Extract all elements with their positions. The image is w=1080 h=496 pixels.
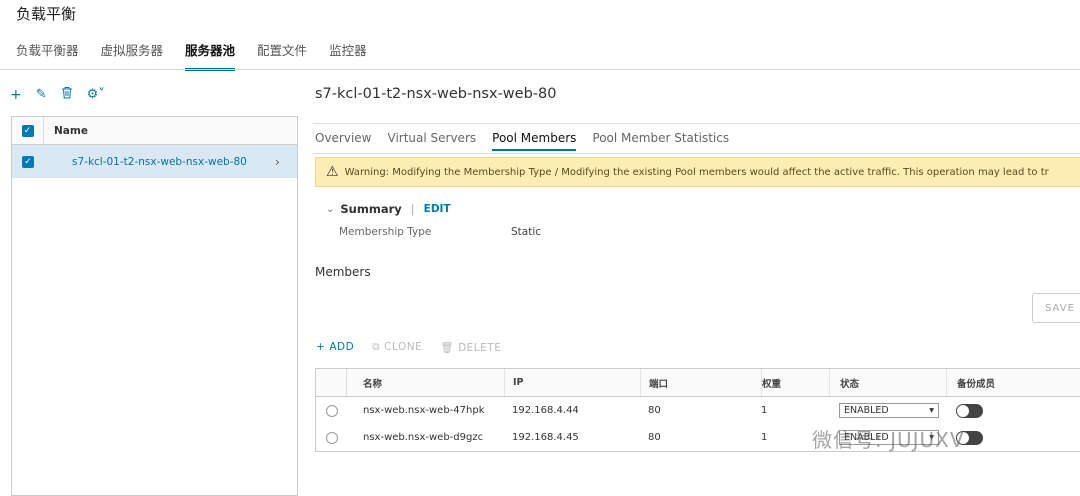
header-select-cell <box>316 369 347 396</box>
top-nav-divider <box>0 69 1080 70</box>
edit-button[interactable]: EDIT <box>424 203 451 215</box>
watermark: 微信号: JUJUXV <box>812 428 965 452</box>
backup-toggle[interactable] <box>956 403 983 418</box>
members-title: Members <box>315 265 371 279</box>
save-button[interactable]: SAVE <box>1032 293 1080 323</box>
trash-icon[interactable] <box>61 86 73 103</box>
column-header-backup[interactable]: 备份成员 <box>946 369 1066 396</box>
column-header-weight[interactable]: 权重 <box>761 369 829 396</box>
status-select[interactable]: ENABLED ▾ <box>839 403 939 418</box>
row-radio[interactable] <box>325 431 338 444</box>
tab-overview[interactable]: Overview <box>315 131 372 151</box>
pool-list-header: ✓ Name <box>12 117 297 145</box>
member-ip: 192.168.4.44 <box>512 405 579 416</box>
add-button[interactable]: + ADD <box>316 341 354 354</box>
member-weight: 1 <box>761 405 768 416</box>
detail-title: s7-kcl-01-t2-nsx-web-nsx-web-80 <box>315 86 557 102</box>
row-checkbox-cell: ✓ <box>12 155 44 168</box>
tab-virtual-servers[interactable]: 虚拟服务器 <box>101 40 164 71</box>
chevron-down-icon[interactable]: ⌄ <box>326 204 334 215</box>
table-row[interactable]: nsx-web.nsx-web-d9gzc 192.168.4.45 80 1 … <box>316 424 1080 451</box>
page-title: 负载平衡 <box>16 5 77 23</box>
tab-virtual-servers-detail[interactable]: Virtual Servers <box>388 131 477 151</box>
member-ip: 192.168.4.45 <box>512 432 579 443</box>
column-header-name[interactable]: Name <box>44 125 88 137</box>
caret-down-icon: ▾ <box>929 405 934 416</box>
member-port: 80 <box>648 432 661 443</box>
tab-profiles[interactable]: 配置文件 <box>257 40 307 71</box>
copy-icon: ⧉ <box>372 341 381 353</box>
clone-button[interactable]: ⧉ CLONE <box>372 341 422 354</box>
detail-tabs: Overview Virtual Servers Pool Members Po… <box>315 131 745 151</box>
row-radio-cell <box>316 397 347 424</box>
grid-header-row: 名称 IP 端口 权重 状态 备份成员 <box>316 369 1080 397</box>
select-all-cell: ✓ <box>12 117 44 144</box>
table-row[interactable]: nsx-web.nsx-web-47hpk 192.168.4.44 80 1 … <box>316 397 1080 424</box>
tab-pool-members[interactable]: Pool Members <box>492 131 577 151</box>
plus-icon[interactable]: + <box>10 87 22 103</box>
pool-list: ✓ Name ✓ s7-kcl-01-t2-nsx-web-nsx-web-80… <box>11 116 298 496</box>
warning-text: Warning: Modifying the Membership Type /… <box>344 166 1049 178</box>
detail-tabs-divider <box>313 153 1080 154</box>
tab-monitors[interactable]: 监控器 <box>329 40 367 71</box>
column-header-name[interactable]: 名称 <box>347 376 504 390</box>
delete-label: DELETE <box>458 342 502 354</box>
member-name: nsx-web.nsx-web-47hpk <box>363 405 485 416</box>
row-checkbox[interactable]: ✓ <box>22 155 34 168</box>
pool-toolbar: + ✎ ⚙˅ <box>10 86 105 103</box>
gear-icon[interactable]: ⚙˅ <box>87 87 105 102</box>
pool-list-item[interactable]: ✓ s7-kcl-01-t2-nsx-web-nsx-web-80 › <box>12 145 297 178</box>
summary-label[interactable]: Summary <box>340 202 401 216</box>
status-value: ENABLED <box>844 405 889 416</box>
warning-banner: ⚠ Warning: Modifying the Membership Type… <box>315 157 1080 187</box>
column-header-ip[interactable]: IP <box>504 369 640 396</box>
pencil-icon[interactable]: ✎ <box>36 87 47 102</box>
tab-load-balancers[interactable]: 负载平衡器 <box>16 40 79 71</box>
pool-name[interactable]: s7-kcl-01-t2-nsx-web-nsx-web-80 <box>44 156 275 168</box>
select-all-checkbox[interactable]: ✓ <box>21 124 34 137</box>
membership-type-label: Membership Type <box>339 226 432 238</box>
members-grid: 名称 IP 端口 权重 状态 备份成员 nsx-web.nsx-web-47hp… <box>315 368 1080 452</box>
tab-pool-member-statistics[interactable]: Pool Member Statistics <box>592 131 729 151</box>
plus-icon: + <box>316 341 326 353</box>
detail-title-divider <box>313 123 1080 124</box>
summary-separator: | <box>410 202 415 216</box>
delete-button[interactable]: 🗑 DELETE <box>440 341 501 354</box>
status-cell: ENABLED ▾ <box>829 403 946 418</box>
membership-type-value: Static <box>511 226 542 238</box>
warning-icon: ⚠ <box>326 164 339 180</box>
row-radio[interactable] <box>325 404 338 417</box>
chevron-right-icon[interactable]: › <box>275 155 297 169</box>
backup-cell <box>946 403 1066 418</box>
tab-server-pools[interactable]: 服务器池 <box>185 40 236 71</box>
member-port: 80 <box>648 405 661 416</box>
column-header-status[interactable]: 状态 <box>829 369 946 396</box>
column-header-port[interactable]: 端口 <box>640 369 761 396</box>
summary-header: ⌄ Summary | EDIT <box>326 202 451 216</box>
trash-icon-graphic <box>61 87 72 99</box>
clone-label: CLONE <box>384 341 423 353</box>
member-name: nsx-web.nsx-web-d9gzc <box>363 432 484 443</box>
member-actions: + ADD ⧉ CLONE 🗑 DELETE <box>316 341 501 354</box>
trash-icon: 🗑 <box>440 342 455 354</box>
row-radio-cell <box>316 424 347 451</box>
add-label: ADD <box>329 341 355 353</box>
top-nav: 负载平衡器 虚拟服务器 服务器池 配置文件 监控器 <box>16 40 389 71</box>
